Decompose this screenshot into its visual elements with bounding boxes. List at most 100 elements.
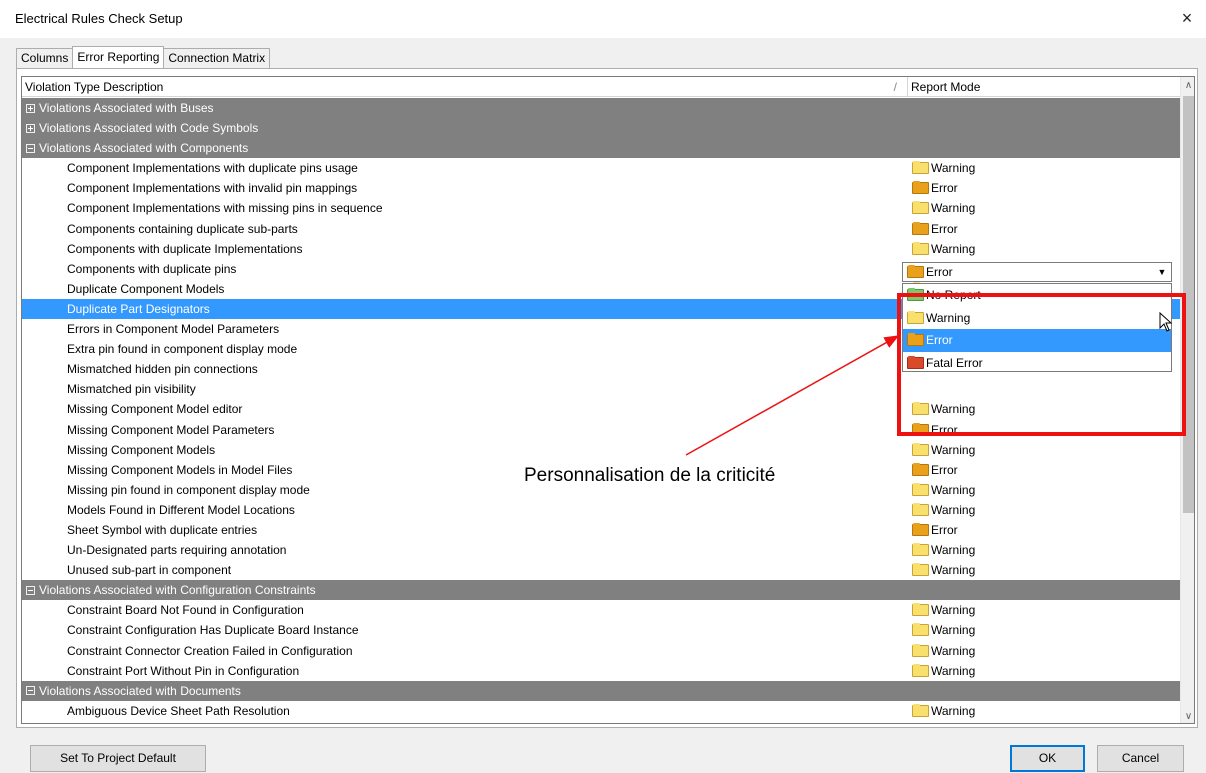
error-folder-icon bbox=[912, 181, 929, 195]
report-mode-cell[interactable]: Warning bbox=[912, 540, 975, 560]
report-mode-cell[interactable]: Warning bbox=[912, 641, 975, 661]
tab-panel: Violation Type Description / Report Mode… bbox=[16, 68, 1198, 728]
report-mode-cell[interactable]: Warning bbox=[912, 600, 975, 620]
close-button[interactable]: × bbox=[1176, 6, 1198, 30]
violation-description: Components containing duplicate sub-part… bbox=[67, 221, 298, 236]
violation-row[interactable]: Constraint Board Not Found in Configurat… bbox=[22, 600, 1180, 620]
report-mode-value: Warning bbox=[931, 563, 976, 578]
error-folder-icon bbox=[907, 333, 924, 347]
violation-description: Extra pin found in component display mod… bbox=[67, 342, 298, 357]
violation-row[interactable]: Missing Component Model editor Warning bbox=[22, 399, 1180, 419]
violation-description: Duplicate Component Models bbox=[67, 281, 225, 296]
report-mode-cell[interactable]: Error bbox=[912, 460, 958, 480]
report-mode-value: Warning bbox=[931, 402, 976, 417]
column-header-description-label: Violation Type Description bbox=[25, 80, 164, 94]
annotation-label: Personnalisation de la criticité bbox=[524, 465, 776, 486]
chevron-down-icon[interactable]: ▼ bbox=[1155, 264, 1169, 280]
error-folder-icon bbox=[912, 522, 929, 536]
violation-row[interactable]: Un-Designated parts requiring annotation… bbox=[22, 540, 1180, 560]
expand-icon[interactable] bbox=[26, 103, 35, 113]
warning-folder-icon bbox=[912, 161, 929, 175]
violation-row[interactable]: Component Implementations with invalid p… bbox=[22, 178, 1180, 198]
group-row[interactable]: Violations Associated with Buses bbox=[22, 98, 1180, 119]
report-mode-cell[interactable]: Error bbox=[912, 219, 958, 239]
dropdown-option[interactable]: Warning bbox=[903, 307, 1171, 330]
report-mode-cell[interactable]: Warning bbox=[912, 399, 975, 419]
title-bar: Electrical Rules Check Setup × bbox=[0, 0, 1206, 38]
violation-description: Components with duplicate pins bbox=[67, 261, 237, 276]
report-mode-cell[interactable]: Error bbox=[912, 420, 958, 440]
violation-row[interactable]: Constraint Connector Creation Failed in … bbox=[22, 641, 1180, 661]
dropdown-option[interactable]: Fatal Error bbox=[903, 352, 1171, 375]
report-mode-cell[interactable]: Warning bbox=[912, 500, 975, 520]
violation-description: Constraint Connector Creation Failed in … bbox=[67, 643, 353, 658]
warning-folder-icon bbox=[912, 241, 929, 255]
set-to-project-default-button[interactable]: Set To Project Default bbox=[30, 745, 206, 772]
warning-folder-icon bbox=[912, 482, 929, 496]
violation-row[interactable]: Missing Component Model Parameters Error bbox=[22, 420, 1180, 440]
report-mode-cell[interactable]: Warning bbox=[912, 701, 975, 721]
report-mode-cell[interactable]: Error bbox=[912, 520, 958, 540]
report-mode-cell[interactable]: Warning bbox=[912, 560, 975, 580]
button-bar: Set To Project Default OK Cancel bbox=[0, 738, 1206, 773]
violation-description: Ambiguous Device Sheet Path Resolution bbox=[67, 703, 290, 718]
tab-error-reporting[interactable]: Error Reporting bbox=[72, 46, 165, 68]
fatal-folder-icon bbox=[907, 355, 924, 369]
cancel-button[interactable]: Cancel bbox=[1097, 745, 1184, 772]
report-mode-combo[interactable]: Error ▼ bbox=[902, 262, 1172, 282]
report-mode-value: Error bbox=[931, 422, 958, 437]
report-mode-cell[interactable]: Warning bbox=[912, 480, 975, 500]
dropdown-option[interactable]: No Report bbox=[903, 284, 1171, 307]
vertical-scrollbar[interactable]: ∧ ∨ bbox=[1180, 77, 1194, 723]
violation-row[interactable]: Sheet Symbol with duplicate entries Error bbox=[22, 520, 1180, 540]
violations-grid: Violation Type Description / Report Mode… bbox=[21, 76, 1195, 724]
report-mode-cell[interactable]: Warning bbox=[912, 198, 975, 218]
collapse-icon[interactable] bbox=[26, 143, 35, 153]
report-mode-cell[interactable]: Warning bbox=[912, 440, 975, 460]
column-header-report-mode[interactable]: Report Mode bbox=[908, 77, 980, 97]
violation-row[interactable]: Unused sub-part in component Warning bbox=[22, 560, 1180, 580]
tab-connection-matrix[interactable]: Connection Matrix bbox=[163, 48, 271, 68]
column-header-description[interactable]: Violation Type Description / bbox=[22, 77, 908, 97]
violation-description: Models Found in Different Model Location… bbox=[67, 502, 295, 517]
collapse-icon[interactable] bbox=[26, 585, 35, 595]
ok-button[interactable]: OK bbox=[1010, 745, 1085, 772]
group-row[interactable]: Violations Associated with Components bbox=[22, 138, 1180, 159]
group-row[interactable]: Violations Associated with Configuration… bbox=[22, 580, 1180, 601]
report-mode-cell[interactable]: Warning bbox=[912, 239, 975, 259]
violation-row[interactable]: Component Implementations with missing p… bbox=[22, 198, 1180, 218]
scroll-up-icon[interactable]: ∧ bbox=[1181, 77, 1194, 94]
report-mode-cell[interactable]: Warning bbox=[912, 661, 975, 681]
warning-folder-icon bbox=[912, 201, 929, 215]
violations-rows: Violations Associated with Buses Violatio… bbox=[22, 98, 1180, 721]
report-mode-value: Warning bbox=[931, 623, 976, 638]
report-mode-value: Error bbox=[931, 181, 958, 196]
violation-row[interactable]: Components with duplicate Implementation… bbox=[22, 239, 1180, 259]
violation-row[interactable]: Constraint Port Without Pin in Configura… bbox=[22, 661, 1180, 681]
violation-row[interactable]: Missing Component Models Warning bbox=[22, 440, 1180, 460]
scroll-thumb[interactable] bbox=[1183, 96, 1194, 513]
warning-folder-icon bbox=[912, 623, 929, 637]
violation-row[interactable]: Constraint Configuration Has Duplicate B… bbox=[22, 620, 1180, 640]
violation-row[interactable]: Models Found in Different Model Location… bbox=[22, 500, 1180, 520]
report-mode-cell[interactable]: Warning bbox=[912, 620, 975, 640]
report-mode-value: Error bbox=[931, 462, 958, 477]
tab-columns[interactable]: Columns bbox=[16, 48, 74, 68]
expand-icon[interactable] bbox=[26, 123, 35, 133]
violation-row[interactable]: Mismatched pin visibility bbox=[22, 379, 1180, 399]
group-row[interactable]: Violations Associated with Code Symbols bbox=[22, 118, 1180, 139]
group-row[interactable]: Violations Associated with Documents bbox=[22, 680, 1180, 701]
report-mode-value: Warning bbox=[931, 543, 976, 558]
collapse-icon[interactable] bbox=[26, 686, 35, 696]
report-mode-cell[interactable]: Error bbox=[912, 178, 958, 198]
dropdown-option-label: No Report bbox=[926, 288, 981, 303]
warning-folder-icon bbox=[912, 603, 929, 617]
violation-row[interactable]: Component Implementations with duplicate… bbox=[22, 158, 1180, 178]
violation-row[interactable]: Components containing duplicate sub-part… bbox=[22, 219, 1180, 239]
report-mode-value: Warning bbox=[931, 482, 976, 497]
scroll-down-icon[interactable]: ∨ bbox=[1181, 708, 1194, 723]
report-mode-cell[interactable]: Warning bbox=[912, 158, 975, 178]
report-mode-value: Warning bbox=[931, 442, 976, 457]
dropdown-option[interactable]: Error bbox=[903, 329, 1171, 352]
violation-row[interactable]: Ambiguous Device Sheet Path Resolution Wa… bbox=[22, 701, 1180, 721]
